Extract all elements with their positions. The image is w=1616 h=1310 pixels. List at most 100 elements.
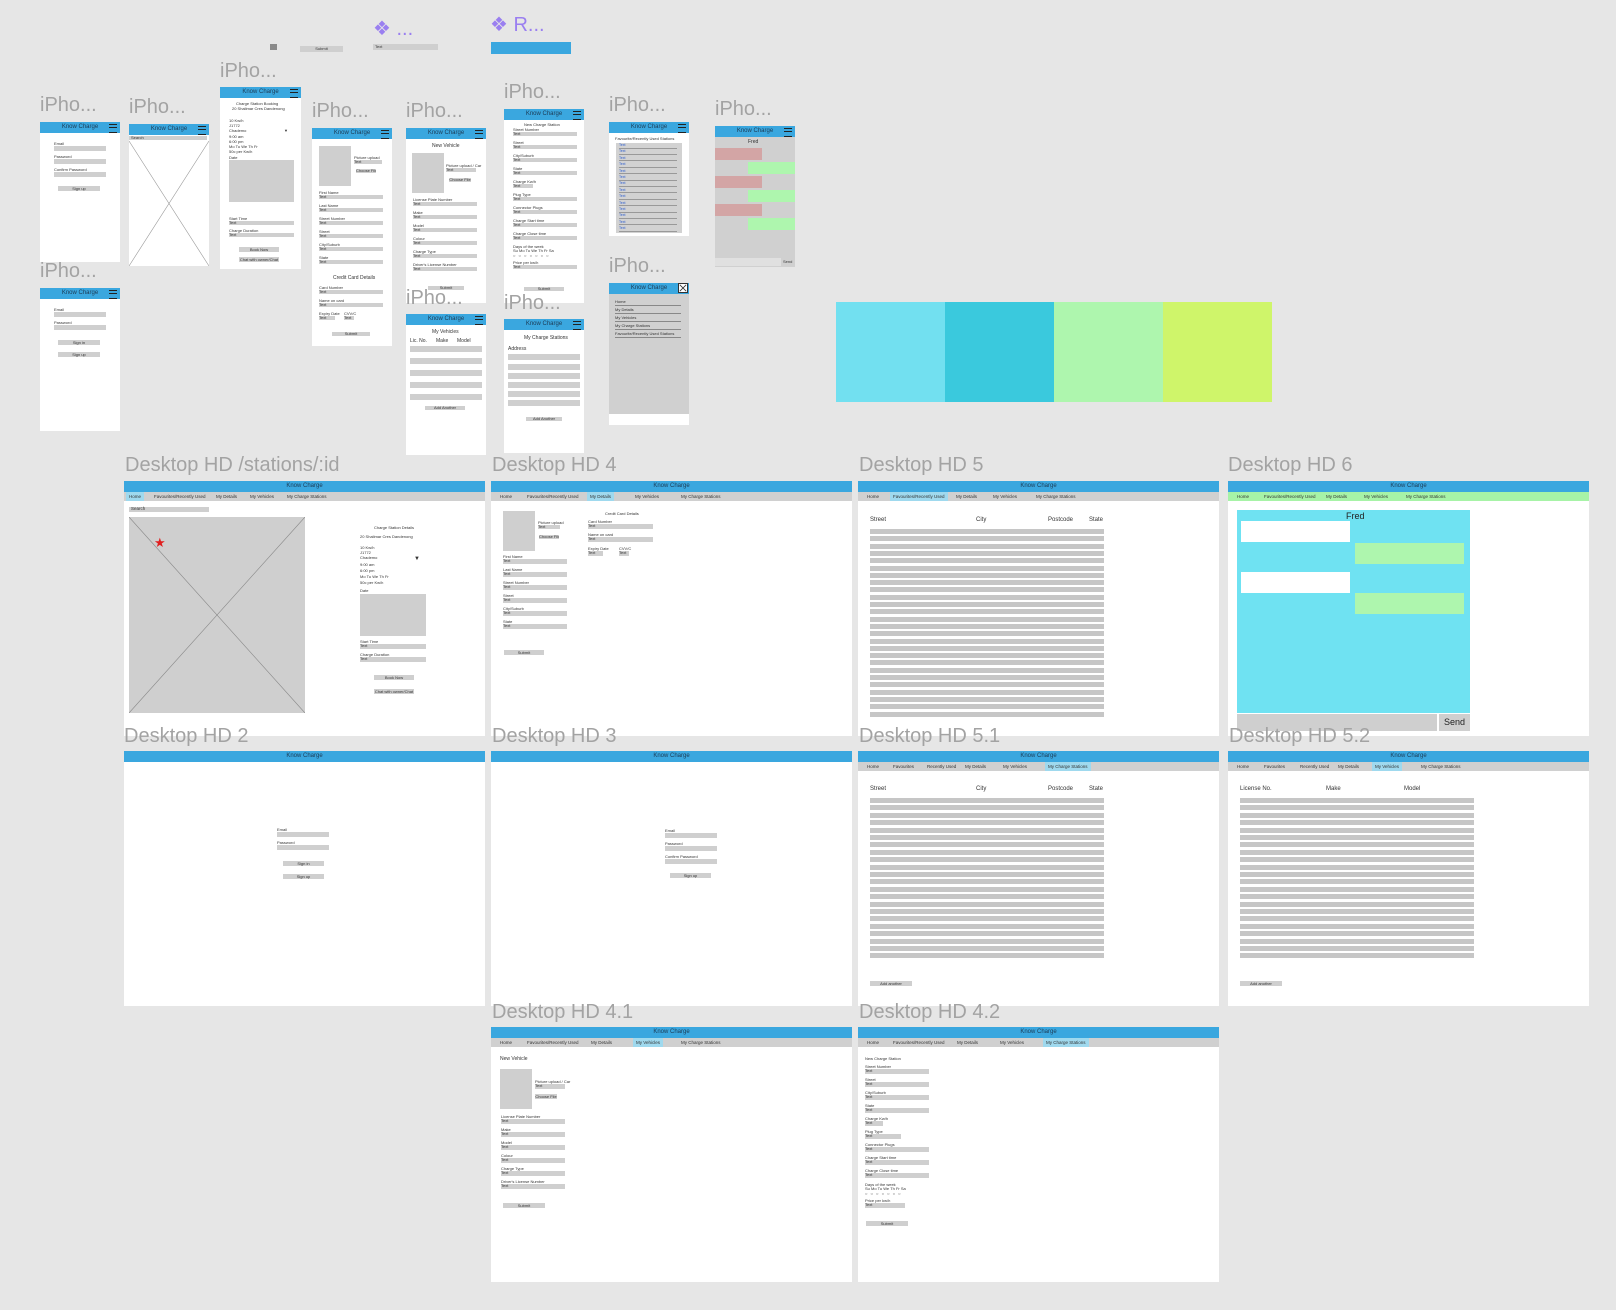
table-row[interactable] [870, 916, 1104, 922]
search-input[interactable]: Search [129, 136, 207, 140]
nav-details[interactable]: My Details [213, 492, 240, 501]
cvv-field[interactable]: Text [344, 316, 354, 320]
station-row[interactable] [508, 400, 580, 406]
favourite-item[interactable]: Text [619, 214, 677, 219]
nav-stations[interactable]: My Charge Stations [1033, 492, 1079, 501]
field-input[interactable]: Text [513, 171, 577, 175]
nav-details[interactable]: My Details [587, 492, 615, 501]
submit-button[interactable]: Submit [524, 287, 564, 291]
field-input[interactable]: Text [413, 267, 477, 271]
station-row[interactable] [508, 364, 580, 370]
nav-stations[interactable]: My Charge Stations [1045, 762, 1091, 771]
nav-home[interactable]: Home [864, 762, 882, 771]
email-field[interactable] [277, 832, 329, 837]
table-row[interactable] [1240, 812, 1474, 818]
nav-home[interactable]: Home [1234, 762, 1252, 771]
menu-item[interactable]: My Vehicles [615, 316, 681, 322]
table-row[interactable] [1240, 864, 1474, 870]
menu-item[interactable]: My Details [615, 308, 681, 314]
station-row[interactable] [508, 354, 580, 360]
field-input[interactable]: Text [513, 210, 577, 214]
choose-file-button[interactable]: Choose File [535, 1094, 557, 1099]
field-input[interactable]: Text [513, 184, 533, 188]
table-row[interactable] [870, 901, 1104, 907]
date-picker[interactable] [360, 594, 426, 636]
field-input[interactable]: Text [503, 624, 567, 629]
table-row[interactable] [870, 580, 1104, 586]
chat-owner-button[interactable]: Chat with owner/Chat [239, 257, 279, 262]
confirm-password-field[interactable] [54, 172, 106, 177]
field-input[interactable]: Text [865, 1069, 929, 1074]
field-input[interactable]: Text [413, 254, 477, 258]
station-row[interactable] [508, 382, 580, 388]
nav-vehicles[interactable]: My Vehicles [990, 492, 1020, 501]
sign-in-button[interactable]: Sign in [283, 861, 324, 866]
favourite-item[interactable]: Text [619, 227, 677, 232]
field-input[interactable]: Text [319, 234, 383, 238]
name-on-card-field[interactable]: Text [588, 537, 653, 542]
hamburger-menu-icon[interactable] [290, 89, 298, 98]
menu-item[interactable]: Favourite/Recently Used Stations [615, 332, 681, 338]
favourite-item[interactable]: Text [619, 195, 677, 200]
nav-details[interactable]: My Details [1335, 762, 1362, 771]
table-row[interactable] [870, 653, 1104, 659]
card-number-field[interactable]: Text [319, 290, 383, 294]
table-row[interactable] [870, 689, 1104, 695]
vehicle-row[interactable] [410, 382, 482, 388]
nav-favourites[interactable]: Favourites/Recently Used [524, 1038, 582, 1047]
field-input[interactable]: Text [865, 1108, 929, 1113]
nav-stations[interactable]: My Charge Stations [678, 492, 724, 501]
table-row[interactable] [870, 638, 1104, 644]
nav-stations[interactable]: My Charge Stations [678, 1038, 724, 1047]
hamburger-menu-icon[interactable] [109, 290, 117, 299]
card-number-field[interactable]: Text [588, 524, 653, 529]
field-input[interactable]: Text [865, 1203, 905, 1208]
hamburger-menu-icon[interactable] [573, 111, 581, 120]
table-row[interactable] [870, 572, 1104, 578]
field-input[interactable]: Text [319, 208, 383, 212]
field-input[interactable]: Text [501, 1158, 565, 1163]
table-row[interactable] [870, 704, 1104, 710]
dropdown-arrow-icon[interactable]: ▼ [284, 129, 288, 133]
days-checkbox-circles[interactable]: ○ ○ ○ ○ ○ ○ ○ [513, 254, 550, 258]
table-row[interactable] [1240, 931, 1474, 937]
table-row[interactable] [1240, 872, 1474, 877]
nav-home[interactable]: Home [864, 1038, 882, 1047]
submit-button[interactable]: Submit [866, 1221, 908, 1226]
start-time-field[interactable]: Text [229, 221, 294, 225]
table-row[interactable] [1240, 909, 1474, 914]
nav-vehicles[interactable]: My Vehicles [1361, 492, 1391, 501]
favourite-item[interactable]: Text [619, 182, 677, 187]
password-field[interactable] [54, 159, 106, 164]
table-row[interactable] [1240, 805, 1474, 811]
station-marker-icon[interactable]: ★ [154, 536, 166, 549]
nav-home[interactable]: Home [497, 1038, 515, 1047]
submit-button[interactable]: Submit [332, 332, 370, 336]
favourite-item[interactable]: Text [619, 169, 677, 175]
favourite-item[interactable]: Text [619, 175, 677, 181]
table-row[interactable] [1240, 953, 1474, 959]
table-row[interactable] [870, 711, 1104, 717]
nav-vehicles[interactable]: My Vehicles [1000, 762, 1030, 771]
table-row[interactable] [1240, 938, 1474, 944]
field-input[interactable]: Text [865, 1095, 929, 1100]
field-input[interactable]: Text [503, 585, 567, 590]
table-row[interactable] [870, 623, 1104, 629]
table-row[interactable] [1240, 894, 1474, 900]
table-row[interactable] [870, 849, 1104, 855]
map-placeholder[interactable] [129, 141, 209, 266]
menu-item[interactable]: Home [615, 300, 681, 306]
station-row[interactable] [508, 373, 580, 379]
nav-vehicles[interactable]: My Vehicles [247, 492, 277, 501]
vehicle-row[interactable] [410, 370, 482, 376]
field-input[interactable]: Text [413, 228, 477, 232]
favourite-item[interactable]: Text [619, 150, 677, 155]
nav-favourites[interactable]: Favourites [1261, 762, 1288, 771]
field-input[interactable]: Text [513, 197, 577, 201]
expiry-field[interactable]: Text [588, 551, 603, 556]
nav-home[interactable]: Home [1234, 492, 1252, 501]
field-input[interactable]: Text [319, 195, 383, 199]
table-row[interactable] [870, 645, 1104, 651]
nav-stations[interactable]: My Charge Stations [284, 492, 330, 501]
nav-details[interactable]: My Details [954, 1038, 981, 1047]
